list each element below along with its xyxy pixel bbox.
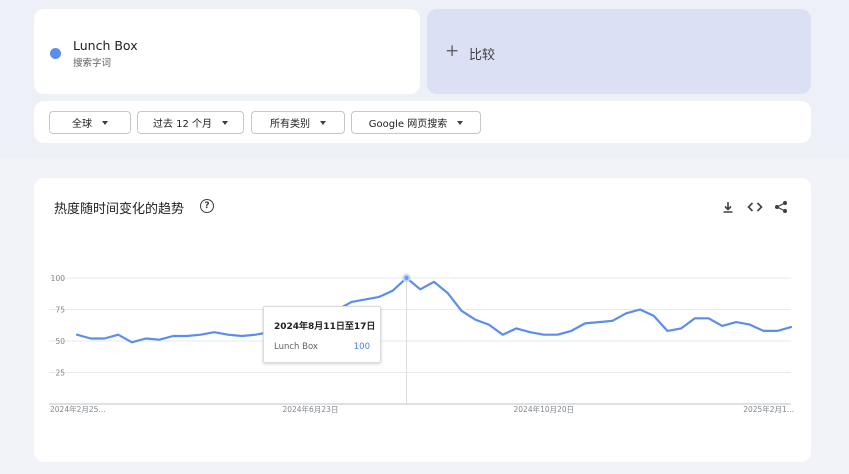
tooltip-value: 100 (353, 342, 370, 352)
compare-label: 比较 (469, 48, 496, 63)
y-tick-label: 100 (51, 274, 66, 283)
chevron-down-icon (457, 120, 464, 125)
region-label: 全球 (72, 119, 92, 130)
trend-chart[interactable]: 25 50 75 100 2024年2月25... 2024年6月23日 2024年10月2… (34, 178, 811, 462)
tooltip-term: Lunch Box (274, 342, 318, 352)
tooltip-date: 2024年8月11日至17日 (274, 322, 376, 332)
region-dropdown[interactable]: 全球 (49, 111, 131, 134)
series-line-lunch-box (75, 276, 793, 344)
search-term-card[interactable]: Lunch Box 搜索字词 (34, 9, 420, 94)
time-range-label: 过去 12 个月 (152, 119, 213, 130)
interest-over-time-panel: 热度随时间变化的趋势 ? 25 50 75 100 2024年2月25... 2024年6… (34, 178, 811, 462)
x-tick-label: 2024年10月20日 (514, 404, 575, 414)
x-tick-label: 2024年2月25... (50, 404, 106, 414)
time-range-dropdown[interactable]: 过去 12 个月 (137, 111, 244, 134)
x-tick-label: 2025年2月1... (743, 404, 794, 414)
y-tick-label: 75 (55, 306, 65, 315)
category-label: 所有类别 (270, 119, 310, 130)
series-color-dot (50, 48, 61, 59)
y-tick-label: 50 (55, 337, 65, 346)
x-tick-label: 2024年6月23日 (282, 404, 338, 414)
search-type-label: Google 网页搜索 (368, 119, 448, 130)
y-tick-label: 25 (55, 369, 65, 378)
search-term-name: Lunch Box (73, 38, 138, 53)
highlight-point (402, 273, 411, 283)
search-type-dropdown[interactable]: Google 网页搜索 (351, 111, 481, 134)
chevron-down-icon (320, 120, 326, 125)
category-dropdown[interactable]: 所有类别 (251, 111, 345, 134)
chevron-down-icon (222, 120, 229, 125)
chart-tooltip: 2024年8月11日至17日 Lunch Box 100 (263, 306, 381, 363)
plus-icon: + (445, 41, 460, 61)
search-term-type: 搜索字词 (73, 58, 112, 69)
filter-bar: 全球 过去 12 个月 所有类别 Google 网页搜索 (34, 101, 811, 143)
chevron-down-icon (102, 120, 108, 125)
compare-button[interactable]: + 比较 (427, 9, 811, 94)
